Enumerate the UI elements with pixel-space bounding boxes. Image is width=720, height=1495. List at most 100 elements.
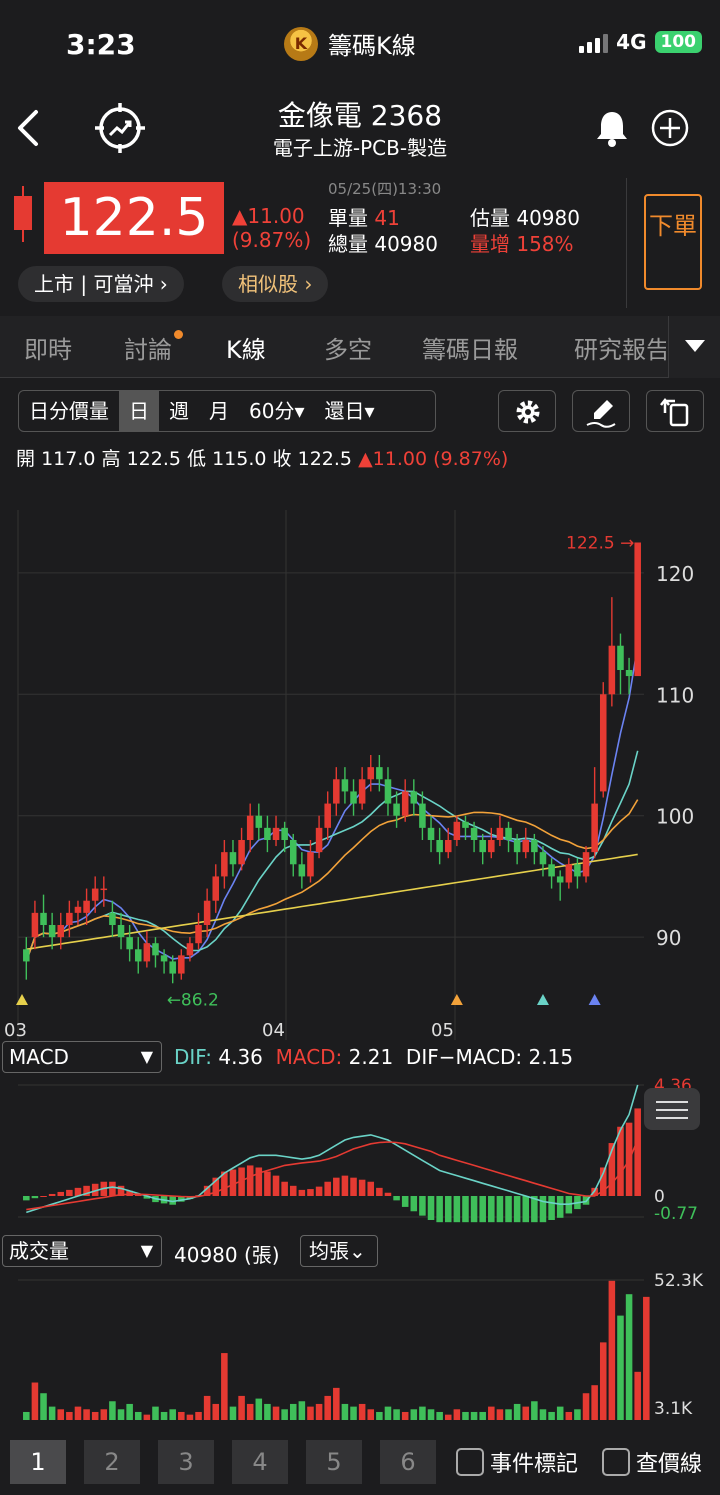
change-percent: (9.87%) <box>232 228 312 252</box>
draw-button[interactable] <box>572 390 630 432</box>
tab-discussion[interactable]: 討論 <box>124 330 183 365</box>
candle-body <box>186 943 194 956</box>
bell-icon[interactable] <box>592 108 632 148</box>
macd-bar <box>109 1181 116 1196</box>
tab-kline[interactable]: K線 <box>226 330 266 365</box>
vol-increase-label: 量增 <box>470 232 510 256</box>
candle-body <box>574 864 581 877</box>
page-6-button[interactable]: 6 <box>380 1440 436 1484</box>
tab-more-button[interactable] <box>668 316 720 378</box>
volume-bar <box>599 1342 607 1420</box>
volume-bar <box>444 1414 452 1420</box>
unit-volume: 單量 41 <box>328 202 400 231</box>
volume-bar <box>617 1315 624 1420</box>
settings-button[interactable] <box>498 390 556 432</box>
volume-bar <box>134 1411 142 1420</box>
macd-bar <box>23 1196 30 1201</box>
volume-bar <box>289 1403 297 1420</box>
quote-datetime: 05/25(四)13:30 <box>328 180 442 198</box>
candle-body <box>264 827 271 840</box>
candle-body <box>109 912 116 925</box>
price-line-label: 查價線 <box>636 1452 703 1477</box>
dif-label: DIF: <box>174 1045 212 1069</box>
seg-day[interactable]: 日 <box>119 391 159 431</box>
price-line-checkbox[interactable]: 查價線 <box>602 1446 702 1478</box>
candle-body <box>281 827 288 840</box>
tab-research[interactable]: 研究報告 <box>574 330 666 365</box>
macd-bar <box>556 1196 564 1218</box>
volume-bar <box>246 1403 254 1420</box>
macd-bar <box>410 1196 418 1212</box>
checkbox-icon <box>456 1448 484 1476</box>
candle-body <box>315 827 323 853</box>
candle-body <box>556 876 564 883</box>
y-tick-label: 120 <box>656 562 694 586</box>
volume-bar <box>625 1294 633 1420</box>
candle-icon <box>14 186 32 242</box>
seg-intraday[interactable]: 日分價量 <box>19 391 119 431</box>
rotate-button[interactable] <box>646 390 704 432</box>
candle-body <box>410 791 418 804</box>
market-pill[interactable]: 上市 | 可當沖 › <box>18 266 184 302</box>
last-price-label: 122.5 → <box>566 534 634 554</box>
seg-60min[interactable]: 60分▾ <box>239 391 315 431</box>
macd-bar <box>488 1196 495 1223</box>
macd-bar <box>324 1181 331 1196</box>
volume-bar <box>91 1411 99 1420</box>
candle-body <box>599 694 607 792</box>
page-5-button[interactable]: 5 <box>306 1440 362 1484</box>
seg-week[interactable]: 週 <box>159 391 199 431</box>
page-3-button[interactable]: 3 <box>158 1440 214 1484</box>
quote-divider <box>626 178 627 308</box>
seg-adjust[interactable]: 還日▾ <box>315 391 385 431</box>
candle-body <box>152 943 159 956</box>
add-icon[interactable] <box>650 108 690 148</box>
candle-body <box>238 840 245 865</box>
macd-bar <box>479 1196 486 1223</box>
macd-select[interactable]: MACD ▼ <box>2 1041 162 1073</box>
chart-canvas[interactable]: 1201101009003 04 05122.5 →←86.24.360-0.775… <box>0 480 720 1430</box>
volume-mode-select[interactable]: 均張⌄ <box>300 1235 378 1267</box>
x-tick-label: 03 <box>4 1020 27 1041</box>
candle-body <box>57 925 65 938</box>
macd-bar <box>31 1196 39 1199</box>
candle-body <box>221 852 228 877</box>
network-type: 4G <box>616 30 647 54</box>
tab-label: 研究報告 <box>574 336 666 364</box>
change-value: ▲11.00 <box>232 204 305 228</box>
similar-stocks-pill[interactable]: 相似股 › <box>222 266 329 302</box>
tab-realtime[interactable]: 即時 <box>24 330 72 365</box>
kline-chart[interactable]: 120 110 100 90 03 04 05 122.5 → ←86.2 4.36 0 -0.77 5… <box>0 480 720 1430</box>
tab-bull-bear[interactable]: 多空 <box>324 330 372 365</box>
total-volume-label: 總量 <box>328 232 368 256</box>
seg-month[interactable]: 月 <box>199 391 239 431</box>
page-4-button[interactable]: 4 <box>232 1440 288 1484</box>
macd-bar <box>358 1179 366 1196</box>
volume-bar <box>221 1353 228 1420</box>
page-1-button[interactable]: 1 <box>10 1440 66 1484</box>
event-marker-checkbox[interactable]: 事件標記 <box>456 1446 578 1478</box>
macd-bar <box>57 1191 65 1196</box>
candle-body <box>126 937 133 950</box>
osc-label: DIF−MACD: <box>405 1045 523 1069</box>
tab-chip-daily[interactable]: 籌碼日報 <box>422 330 518 365</box>
candle-body <box>255 815 263 828</box>
volume-bar <box>376 1411 383 1420</box>
macd-bar <box>376 1187 383 1196</box>
candle-body <box>531 840 538 853</box>
volume-bar <box>100 1409 108 1420</box>
volume-bar <box>23 1411 30 1420</box>
page-2-button[interactable]: 2 <box>84 1440 140 1484</box>
status-bar: 3:23 K 籌碼K線 4G 100 <box>0 0 720 90</box>
volume-bar <box>496 1409 504 1420</box>
volume-select[interactable]: 成交量 ▼ <box>2 1235 162 1267</box>
candle-body <box>453 821 461 840</box>
candle-body <box>634 542 641 677</box>
macd-bar <box>634 1108 641 1196</box>
volume-bar <box>143 1414 151 1420</box>
candle-body <box>40 912 47 925</box>
order-button[interactable]: 下單 <box>644 194 702 290</box>
candle-body <box>307 852 314 877</box>
pen-icon <box>586 400 616 428</box>
macd-bar <box>307 1189 314 1196</box>
